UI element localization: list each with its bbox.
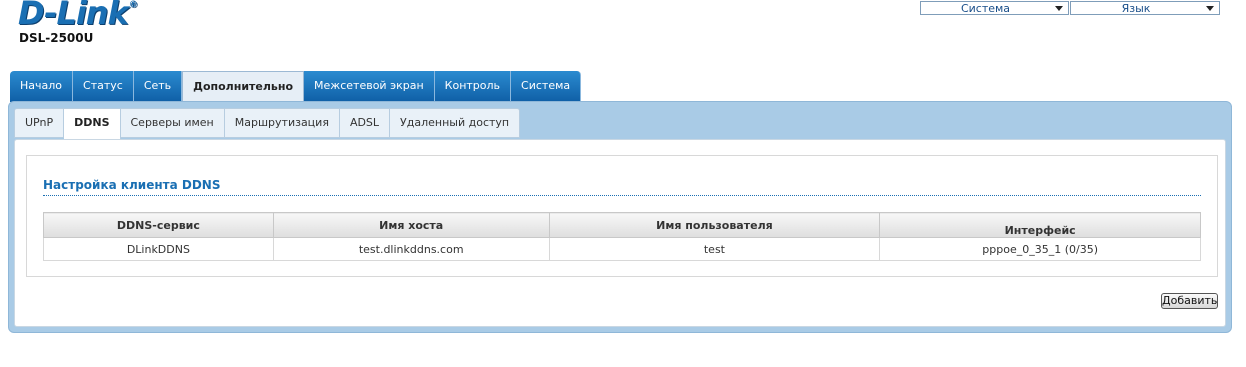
tab-network[interactable]: Сеть xyxy=(133,71,183,102)
column-header-hostname: Имя хоста xyxy=(272,212,550,238)
section-title: Настройка клиента DDNS xyxy=(43,178,221,192)
subtab-remote-access[interactable]: Удаленный доступ xyxy=(390,108,521,138)
chevron-down-icon xyxy=(1055,6,1063,11)
main-nav-tabs: Начало Статус Сеть Дополнительно Межсете… xyxy=(10,71,582,103)
subtab-upnp[interactable]: UPnP xyxy=(14,108,65,138)
add-button[interactable]: Добавить xyxy=(1161,293,1218,309)
tab-firewall[interactable]: Межсетевой экран xyxy=(304,71,435,102)
chevron-down-icon xyxy=(1206,6,1214,11)
language-select[interactable]: Язык xyxy=(1070,1,1220,15)
cell-username: test xyxy=(548,237,881,261)
panel-content: Настройка клиента DDNS DDNS-сервис Имя х… xyxy=(14,139,1226,327)
cell-hostname: test.dlinkddns.com xyxy=(272,237,550,261)
content-panel: UPnP DDNS Серверы имен Маршрутизация ADS… xyxy=(8,101,1232,333)
tab-start[interactable]: Начало xyxy=(10,71,74,102)
cell-ddns-service: DLinkDDNS xyxy=(43,237,274,261)
dlink-logo: D-Link® xyxy=(18,0,138,32)
table-row[interactable]: DLinkDDNS test.dlinkddns.com test pppoe_… xyxy=(43,237,1201,261)
ddns-settings-box: Настройка клиента DDNS DDNS-сервис Имя х… xyxy=(26,155,1218,277)
column-header-username: Имя пользователя xyxy=(548,212,881,238)
column-header-ddns-service: DDNS-сервис xyxy=(43,212,274,238)
system-menu-value: Система xyxy=(960,2,1011,15)
ddns-table: DDNS-сервис Имя хоста Имя пользователя И… xyxy=(43,212,1201,261)
model-name: DSL-2500U xyxy=(19,31,94,45)
tab-advanced[interactable]: Дополнительно xyxy=(182,71,305,103)
table-header-row: DDNS-сервис Имя хоста Имя пользователя И… xyxy=(43,212,1201,238)
subtab-dns-servers[interactable]: Серверы имен xyxy=(120,108,225,138)
sub-nav-tabs: UPnP DDNS Серверы имен Маршрутизация ADS… xyxy=(14,108,521,140)
subtab-adsl[interactable]: ADSL xyxy=(339,108,391,138)
tab-system[interactable]: Система xyxy=(511,71,582,102)
tab-status[interactable]: Статус xyxy=(73,71,134,102)
cell-interface: pppoe_0_35_1 (0/35) xyxy=(879,237,1201,261)
tab-control[interactable]: Контроль xyxy=(434,71,512,102)
language-value: Язык xyxy=(1121,2,1151,15)
column-header-interface: Интерфейс xyxy=(879,212,1201,238)
section-divider xyxy=(43,195,1201,196)
subtab-routing[interactable]: Маршрутизация xyxy=(224,108,340,138)
system-menu-select[interactable]: Система xyxy=(920,1,1069,15)
subtab-ddns[interactable]: DDNS xyxy=(64,108,121,140)
